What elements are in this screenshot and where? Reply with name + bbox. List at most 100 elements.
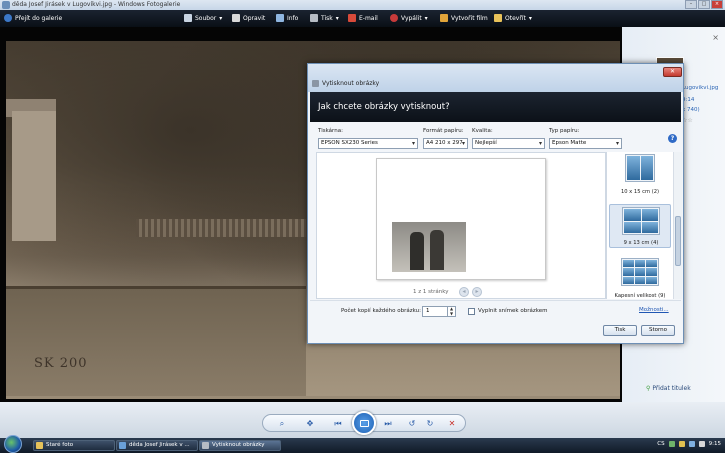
previous-icon[interactable]: ⏮ — [333, 419, 343, 429]
info-filename[interactable]: Lugovikvi.jpg — [682, 85, 718, 91]
add-caption-link[interactable]: ⚲ Přidat titulek — [646, 385, 691, 392]
dialog-heading: Jak chcete obrázky vytisknout? — [318, 102, 450, 112]
system-tray: CS 9:15 — [657, 441, 721, 447]
print-menu[interactable]: Tisk ▾ — [310, 14, 339, 22]
info-button[interactable]: Info — [276, 14, 298, 22]
paper-type-label: Typ papíru: — [549, 128, 580, 134]
layout-caption: Kapesní velikost (9) — [614, 293, 666, 299]
preview-figure-right — [430, 230, 444, 270]
help-icon[interactable]: ? — [668, 134, 677, 143]
taskbar-item-folder[interactable]: Staré foto — [33, 440, 115, 451]
back-to-gallery-button[interactable]: Přejít do galerie — [4, 14, 62, 22]
copies-label: Počet kopií každého obrázku: — [341, 308, 421, 314]
window-titlebar: děda Josef Jirásek v Lugovíkvi.jpg - Win… — [0, 0, 725, 10]
print-button[interactable]: Tisk — [603, 325, 637, 336]
dialog-close-button[interactable]: ✕ — [663, 67, 682, 77]
layout-scrollbar[interactable] — [673, 152, 682, 299]
next-page-icon[interactable]: ▸ — [472, 287, 482, 297]
clock[interactable]: 9:15 — [709, 441, 721, 447]
cancel-button[interactable]: Storno — [641, 325, 675, 336]
page-count: 1 z 1 stránky — [413, 289, 449, 295]
photo-gallery-icon — [119, 442, 126, 449]
dialog-titlebar: Vytisknout obrázky ✕ — [308, 64, 683, 92]
fix-button[interactable]: Opravit — [232, 14, 265, 22]
print-preview: 1 z 1 stránky ◂ ▸ — [316, 152, 606, 299]
fit-picture-label: Vyplnit snímek obrázkem — [478, 308, 548, 314]
print-label: Tisk — [321, 14, 333, 22]
navigation-bar: ⌕ ✥ ⏮ ⏭ ↺ ↻ ✕ — [0, 402, 725, 438]
zoom-icon[interactable]: ⌕ — [277, 419, 287, 429]
open-icon — [494, 14, 502, 22]
window-controls: – □ × — [685, 0, 723, 9]
photo-fence — [136, 219, 306, 237]
layout-item-selected[interactable]: 9 x 13 cm (4) — [609, 204, 671, 248]
printer-icon — [310, 14, 318, 22]
copies-stepper[interactable]: ▲ ▼ — [447, 306, 455, 317]
taskbar-item-label: děda Josef Jirásek v ... — [129, 442, 190, 448]
email-icon — [348, 14, 356, 22]
update-icon[interactable] — [698, 441, 705, 447]
volume-icon[interactable] — [688, 441, 695, 447]
rotate-left-icon[interactable]: ↺ — [407, 419, 417, 429]
layout-item[interactable]: Kapesní velikost (9) — [609, 256, 671, 300]
language-indicator[interactable]: CS — [657, 441, 664, 447]
make-movie-label: Vytvořit film — [451, 14, 488, 22]
close-pane-icon[interactable]: × — [712, 33, 719, 42]
preview-photo — [392, 222, 466, 272]
photo-house — [12, 111, 56, 241]
file-menu[interactable]: Soubor ▾ — [184, 14, 222, 22]
fit-picture-checkbox[interactable] — [468, 308, 475, 315]
flag-icon[interactable] — [678, 441, 685, 447]
email-button[interactable]: E-mail — [348, 14, 378, 22]
rotate-right-icon[interactable]: ↻ — [425, 419, 435, 429]
taskbar-item-label: Vytisknout obrázky — [212, 442, 265, 448]
printer-icon — [312, 80, 319, 87]
taskbar-item-print[interactable]: Vytisknout obrázky — [199, 440, 281, 451]
previous-page-icon[interactable]: ◂ — [459, 287, 469, 297]
taskbar: Staré foto děda Josef Jirásek v ... Vyti… — [0, 435, 725, 453]
layout-item[interactable]: 10 x 15 cm (2) — [609, 152, 671, 196]
actual-size-icon[interactable]: ✥ — [305, 419, 315, 429]
make-movie-button[interactable]: Vytvořit film — [440, 14, 488, 22]
paper-size-label: Formát papíru: — [423, 128, 464, 134]
maximize-button[interactable]: □ — [698, 0, 710, 9]
preview-figure-left — [410, 232, 424, 270]
info-icon — [276, 14, 284, 22]
scrollbar-thumb[interactable] — [675, 216, 681, 266]
layout-list: 10 x 15 cm (2) 9 x 13 cm (4) Kapesní vel… — [606, 152, 682, 299]
info-size: x 740) — [682, 107, 700, 113]
dialog-title: Vytisknout obrázky — [322, 80, 380, 87]
print-dialog: Vytisknout obrázky ✕ Jak chcete obrázky … — [307, 63, 684, 344]
options-link[interactable]: Možnosti... — [639, 307, 669, 313]
app-icon — [2, 1, 10, 9]
printer-select[interactable]: EPSON SX230 Series — [318, 138, 418, 149]
burn-label: Vypálit — [401, 14, 422, 22]
layout-caption: 10 x 15 cm (2) — [620, 189, 660, 195]
taskbar-item-photo[interactable]: děda Josef Jirásek v ... — [116, 440, 198, 451]
minimize-button[interactable]: – — [685, 0, 697, 9]
back-label: Přejít do galerie — [15, 14, 63, 22]
start-button[interactable] — [4, 435, 22, 453]
quality-select[interactable]: Nejlepší — [472, 138, 545, 149]
slideshow-button[interactable] — [352, 411, 376, 435]
burn-menu[interactable]: Vypálit ▾ — [390, 14, 428, 22]
layout-thumbnail — [621, 258, 659, 286]
open-label: Otevřít — [505, 14, 526, 22]
printer-label: Tiskárna: — [318, 128, 343, 134]
tag-icon: ⚲ — [646, 385, 651, 392]
open-menu[interactable]: Otevřít ▾ — [494, 14, 532, 22]
paper-type-select[interactable]: Epson Matte — [549, 138, 622, 149]
photo-boat — [6, 286, 306, 396]
taskbar-item-label: Staré foto — [46, 442, 74, 448]
slideshow-icon — [360, 420, 369, 427]
email-label: E-mail — [359, 14, 378, 22]
paper-size-select[interactable]: A4 210 x 297 — [423, 138, 468, 149]
main-toolbar: Přejít do galerie Soubor ▾ Opravit Info T… — [0, 10, 725, 27]
next-icon[interactable]: ⏭ — [383, 419, 393, 429]
delete-icon[interactable]: ✕ — [447, 419, 457, 429]
back-arrow-icon — [4, 14, 12, 22]
window-title: děda Josef Jirásek v Lugovíkvi.jpg - Win… — [12, 1, 181, 8]
close-window-button[interactable]: × — [711, 0, 723, 9]
network-icon[interactable] — [668, 441, 675, 447]
add-caption-label: Přidat titulek — [652, 385, 691, 392]
